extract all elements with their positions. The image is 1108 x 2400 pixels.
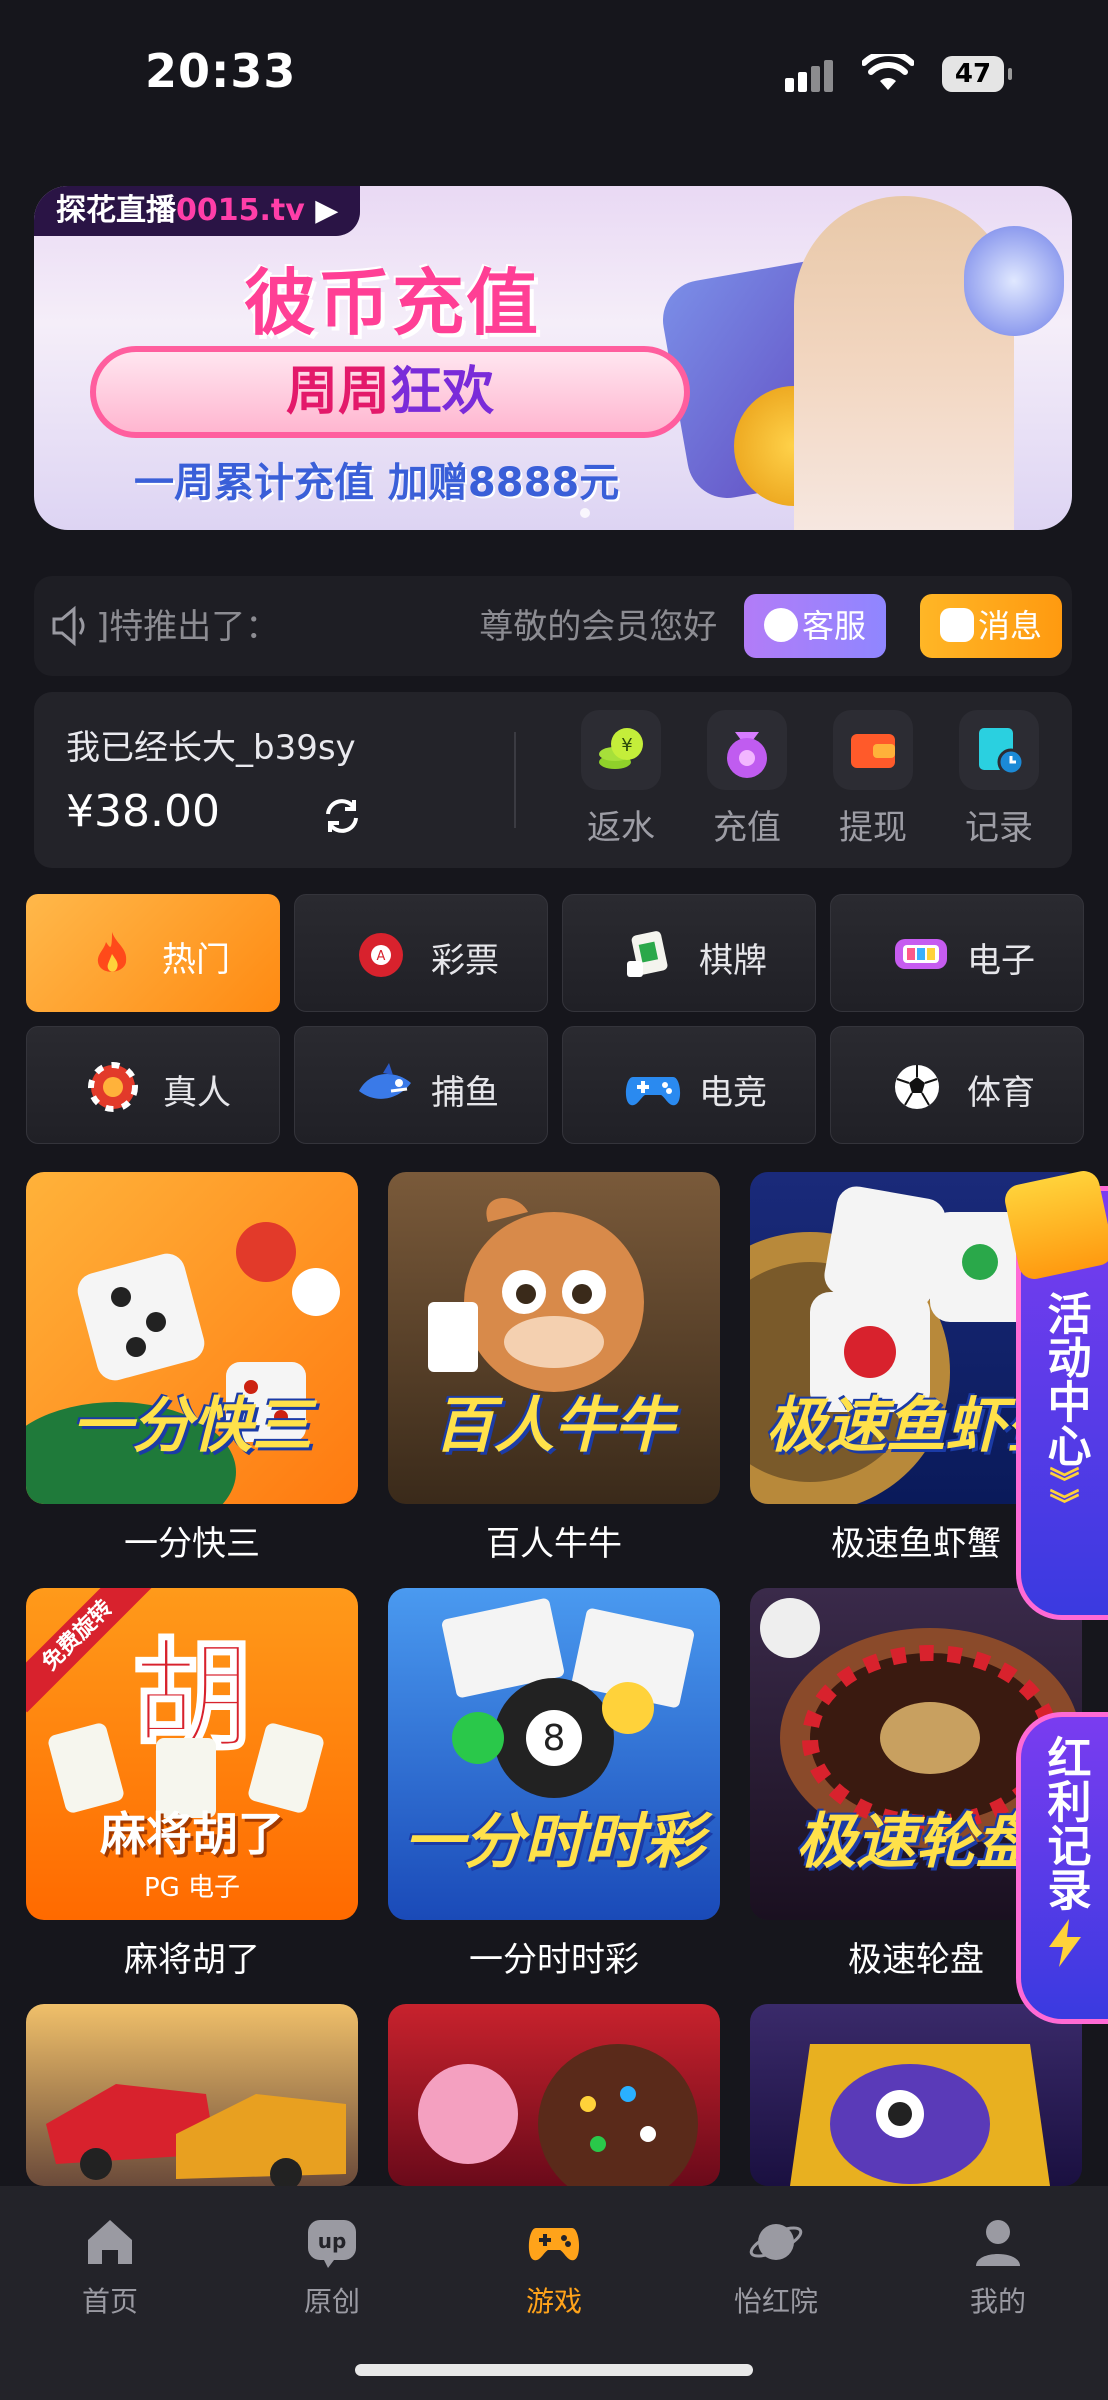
balance-amount: ¥38.00 [66, 786, 220, 837]
robot-illustration [964, 226, 1064, 336]
rebate-coins-icon: ¥ [581, 710, 661, 790]
records-button[interactable]: 记录 [944, 710, 1054, 849]
game-thumbnail [388, 2004, 720, 2186]
game-thumbnail [750, 2004, 1082, 2186]
announcement-text: ]特推出了： 尊敬的会员您好 [96, 607, 718, 647]
status-time: 20:33 [145, 44, 297, 98]
category-sports[interactable]: 体育 [830, 1026, 1084, 1144]
gift-box-icon [1002, 1168, 1108, 1282]
category-fishing[interactable]: 捕鱼 [294, 1026, 548, 1144]
bonus-records-label: 红利记录 [1039, 1735, 1091, 1911]
tab-games[interactable]: 游戏 [474, 2214, 634, 2320]
category-live[interactable]: 真人 [26, 1026, 280, 1144]
game-thumbnail: 一分快三 [26, 1172, 358, 1504]
tab-original[interactable]: up 原创 [252, 2214, 412, 2320]
rebate-button[interactable]: ¥ 返水 [566, 710, 676, 849]
headset-icon [763, 608, 798, 642]
chat-bubble-icon [939, 608, 974, 642]
customer-service-button[interactable]: 客服 [744, 594, 886, 658]
tab-profile[interactable]: 我的 [918, 2214, 1078, 2320]
gamepad-icon [623, 1061, 681, 1113]
game-thumbnail: 百人牛牛 [388, 1172, 720, 1504]
mahjong-tile-icon [623, 929, 675, 981]
chevron-down-icon: ︾ ︾ [1049, 1466, 1080, 1523]
cellular-signal-icon [785, 60, 837, 92]
home-indicator [355, 2364, 753, 2376]
soccer-ball-icon [891, 1061, 943, 1113]
game-card[interactable]: 一分快三 一分快三 [26, 1172, 358, 1565]
category-lottery[interactable]: A 彩票 [294, 894, 548, 1012]
game-card[interactable] [26, 2004, 358, 2186]
game-card[interactable]: 8 一分时时彩 一分时时彩 [388, 1588, 720, 1981]
speaker-icon [50, 604, 90, 652]
banner-subtitle: 一周累计充值 加赠8888元 [134, 460, 620, 506]
activity-center-tab[interactable]: 活动中心 ︾ ︾ [1002, 1168, 1108, 1620]
carousel-dot[interactable] [580, 508, 590, 518]
battery-indicator: 47 [942, 56, 1012, 92]
username: 我已经长大_b39sy [66, 728, 356, 768]
category-electronic[interactable]: 电子 [830, 894, 1084, 1012]
up-icon: up [304, 2214, 360, 2270]
messages-button[interactable]: 消息 [920, 594, 1062, 658]
planet-icon [748, 2214, 804, 2270]
banner-pill: 周周狂欢 [90, 346, 690, 438]
status-bar: 20:33 47 [0, 0, 1108, 140]
svg-text:¥: ¥ [621, 735, 632, 756]
svg-text:8: 8 [543, 1718, 566, 1759]
casino-chip-icon [87, 1061, 139, 1113]
wifi-icon [861, 50, 915, 96]
game-card[interactable] [750, 2004, 1082, 2186]
deposit-bag-icon [707, 710, 787, 790]
game-thumbnail: 8 一分时时彩 [388, 1588, 720, 1920]
withdraw-button[interactable]: 提现 [818, 710, 928, 849]
category-hot[interactable]: 热门 [26, 894, 280, 1012]
lightning-icon [1021, 1917, 1108, 1973]
tab-home[interactable]: 首页 [30, 2214, 190, 2320]
game-card[interactable]: 百人牛牛 百人牛牛 [388, 1172, 720, 1565]
tab-yihongyuan[interactable]: 怡红院 [696, 2214, 856, 2320]
game-thumbnail: 胡 免费旋转 麻将胡了 PG 电子 [26, 1588, 358, 1920]
bonus-records-tab[interactable]: 红利记录 [1016, 1712, 1108, 2024]
game-card[interactable]: 胡 免费旋转 麻将胡了 PG 电子 麻将胡了 [26, 1588, 358, 1981]
banner-brand-tag: 探花直播0015.tv ▶ [34, 186, 361, 236]
category-esports[interactable]: 电竞 [562, 1026, 816, 1144]
svg-text:up: up [318, 2229, 347, 2253]
shark-icon [355, 1061, 411, 1113]
lottery-ball-icon: A [355, 929, 407, 981]
promo-banner[interactable]: 探花直播0015.tv ▶ 彼币充值 周周狂欢 一周累计充值 加赠8888元 [34, 186, 1072, 530]
gamepad-icon [526, 2214, 582, 2270]
refresh-icon[interactable] [320, 794, 364, 842]
banner-title: 彼币充值 [244, 261, 541, 345]
game-card[interactable] [388, 2004, 720, 2186]
svg-text:A: A [377, 949, 386, 964]
wallet-icon [833, 710, 913, 790]
announcement-bar: ]特推出了： 尊敬的会员您好 客服 消息 [34, 576, 1072, 676]
deposit-button[interactable]: 充值 [692, 710, 802, 849]
activity-center-label: 活动中心 [1039, 1291, 1091, 1467]
fire-icon [86, 928, 138, 980]
profile-icon [970, 2214, 1026, 2270]
game-thumbnail [26, 2004, 358, 2186]
account-card: 我已经长大_b39sy ¥38.00 ¥ 返水 充值 提现 记录 [34, 692, 1072, 868]
slot-machine-icon [891, 929, 947, 981]
category-chess-cards[interactable]: 棋牌 [562, 894, 816, 1012]
divider [514, 732, 516, 828]
home-icon [82, 2214, 138, 2270]
record-clock-icon [959, 710, 1039, 790]
